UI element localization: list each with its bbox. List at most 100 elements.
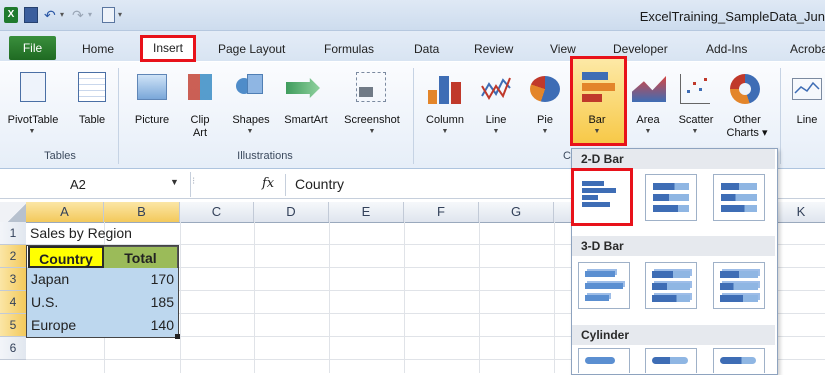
section-3d-bar: 3-D Bar (572, 236, 775, 256)
window-title: ExcelTraining_SampleData_Jun (639, 9, 825, 24)
other-charts-button[interactable]: Other Charts ▾ (722, 114, 772, 140)
picture-button[interactable]: Picture (128, 114, 176, 127)
clip-art-icon (188, 74, 212, 100)
cell-a5[interactable]: Europe (27, 314, 104, 337)
100-stacked-bar-option[interactable] (713, 174, 765, 221)
row-header-4[interactable]: 4 (0, 291, 26, 314)
area-dropdown-icon: ▼ (644, 128, 652, 135)
tab-file[interactable]: File (9, 36, 56, 60)
grid-line (479, 222, 480, 373)
insert-function-icon[interactable]: fx (262, 176, 274, 191)
column-header-c[interactable]: C (180, 202, 254, 222)
line-chart-icon (480, 74, 512, 104)
clip-art-label-1: Clip (190, 114, 210, 126)
tab-insert[interactable]: Insert (140, 35, 196, 62)
divider (780, 68, 781, 164)
column-header-e[interactable]: E (329, 202, 404, 222)
scatter-chart-icon (680, 74, 710, 104)
cell-a4[interactable]: U.S. (27, 291, 104, 314)
formula-input[interactable]: Country (295, 176, 344, 192)
section-cylinder: Cylinder (572, 325, 775, 345)
tab-view[interactable]: View (550, 42, 576, 56)
pie-chart-icon (530, 76, 560, 102)
shapes-button[interactable]: Shapes (228, 114, 274, 127)
3d-stacked-bar-option[interactable] (645, 262, 697, 309)
pie-chart-button[interactable]: Pie (530, 114, 560, 127)
area-chart-button[interactable]: Area (628, 114, 668, 127)
cell-b5[interactable]: 140 (104, 314, 178, 337)
bar-dropdown-icon: ▼ (593, 128, 601, 135)
picture-icon (137, 74, 167, 100)
3d-clustered-bar-option[interactable] (578, 262, 630, 309)
column-header-b[interactable]: B (104, 202, 180, 222)
tab-acrobat[interactable]: Acrobat (790, 42, 825, 56)
column-header-d[interactable]: D (254, 202, 329, 222)
row-header-2[interactable]: 2 (0, 245, 26, 268)
cylinder-stacked-bar-option[interactable] (645, 348, 697, 373)
name-box[interactable] (0, 172, 191, 197)
cell-a3[interactable]: Japan (27, 268, 104, 291)
cell-a1[interactable]: Sales by Region (26, 222, 186, 245)
screenshot-button[interactable]: Screenshot (336, 114, 408, 127)
row-header-5[interactable]: 5 (0, 314, 26, 337)
smartart-button[interactable]: SmartArt (278, 114, 334, 127)
print-preview-icon[interactable] (102, 7, 115, 23)
qat-customize-icon[interactable]: ▾ (118, 7, 134, 23)
table-button[interactable]: Table (72, 114, 112, 127)
tab-review[interactable]: Review (474, 42, 513, 56)
tab-formulas[interactable]: Formulas (324, 42, 374, 56)
scatter-chart-button[interactable]: Scatter (672, 114, 720, 127)
tab-data[interactable]: Data (414, 42, 439, 56)
cell-b4[interactable]: 185 (104, 291, 178, 314)
column-header-k[interactable]: K (777, 202, 825, 222)
shapes-icon (236, 74, 264, 100)
grid-line (254, 222, 255, 373)
save-icon[interactable] (24, 7, 38, 23)
row-header-1[interactable]: 1 (0, 222, 26, 245)
tab-developer[interactable]: Developer (613, 42, 668, 56)
clustered-bar-option[interactable] (571, 168, 633, 226)
cell-b3[interactable]: 170 (104, 268, 178, 291)
name-box-value: A2 (70, 177, 86, 192)
formula-bar-separator-icon: ⁝ (192, 176, 196, 187)
select-all-button[interactable] (0, 202, 26, 222)
grid-line (404, 222, 405, 373)
fill-handle[interactable] (175, 334, 180, 339)
pivottable-button[interactable]: PivotTable (2, 114, 64, 127)
sparkline-line-button[interactable]: Line (792, 114, 822, 127)
column-header-a[interactable]: A (26, 202, 104, 222)
tab-home[interactable]: Home (82, 42, 114, 56)
ribbon-tab-bar (0, 31, 825, 61)
name-box-dropdown-icon[interactable]: ▼ (170, 177, 179, 187)
column-header-g[interactable]: G (479, 202, 554, 222)
divider (285, 174, 286, 196)
column-dropdown-icon: ▼ (441, 128, 449, 135)
clip-art-button[interactable]: Clip Art (182, 114, 218, 140)
scatter-dropdown-icon: ▼ (691, 128, 699, 135)
divider (413, 68, 414, 164)
line-chart-button[interactable]: Line (478, 114, 514, 127)
other-charts-label-1: Other (733, 114, 761, 126)
column-chart-button[interactable]: Column (420, 114, 470, 127)
column-header-f[interactable]: F (404, 202, 479, 222)
clip-art-label-2: Art (192, 127, 208, 139)
redo-icon[interactable]: ↷ (72, 7, 88, 23)
other-charts-icon (730, 74, 760, 104)
undo-icon[interactable]: ↶ (44, 7, 60, 23)
cell-a2-header-country[interactable]: Country (28, 246, 104, 268)
section-2d-bar: 2-D Bar (572, 149, 775, 169)
cylinder-clustered-bar-option[interactable] (578, 348, 630, 373)
stacked-bar-option[interactable] (645, 174, 697, 221)
bar-chart-label: Bar (588, 114, 606, 126)
column-chart-icon (428, 74, 462, 104)
row-header-6[interactable]: 6 (0, 337, 26, 360)
grid-line (554, 222, 555, 373)
tab-page-layout[interactable]: Page Layout (218, 42, 285, 56)
row-header-3[interactable]: 3 (0, 268, 26, 291)
cell-b2-header-total[interactable]: Total (104, 246, 178, 268)
screenshot-icon (356, 72, 386, 102)
cylinder-100-stacked-bar-option[interactable] (713, 348, 765, 373)
3d-100-stacked-bar-option[interactable] (713, 262, 765, 309)
tab-addins[interactable]: Add-Ins (706, 42, 747, 56)
pie-dropdown-icon: ▼ (541, 128, 549, 135)
